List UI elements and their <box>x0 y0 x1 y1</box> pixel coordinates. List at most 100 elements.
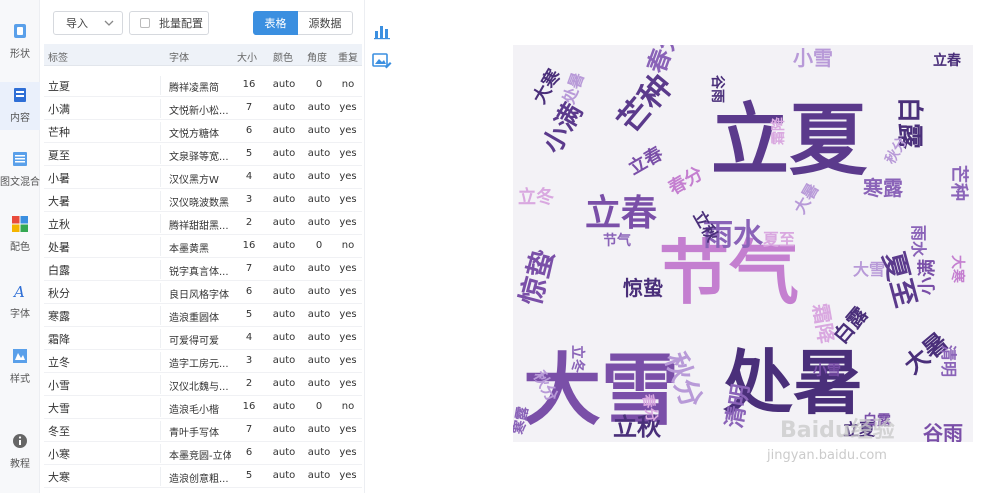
table-row[interactable]: 大寒 造浪创意粗... 5 auto auto yes <box>44 465 362 488</box>
cell-angle[interactable]: auto <box>303 470 335 481</box>
cell-label[interactable]: 夏至 <box>48 147 148 163</box>
cell-size[interactable]: 16 <box>241 240 257 251</box>
cell-angle[interactable]: auto <box>303 194 335 205</box>
cell-repeat[interactable]: no <box>337 240 359 251</box>
cell-repeat[interactable]: yes <box>337 470 359 481</box>
cell-repeat[interactable]: yes <box>337 286 359 297</box>
cell-color[interactable]: auto <box>268 171 300 182</box>
cell-color[interactable]: auto <box>268 148 300 159</box>
column-header-angle[interactable]: 角度 <box>307 49 327 64</box>
cell-repeat[interactable]: yes <box>337 217 359 228</box>
cell-label[interactable]: 立秋 <box>48 216 148 232</box>
cell-label[interactable]: 大寒 <box>48 469 148 485</box>
cell-repeat[interactable]: yes <box>337 378 359 389</box>
cell-size[interactable]: 6 <box>241 286 257 297</box>
cell-size[interactable]: 6 <box>241 447 257 458</box>
table-row[interactable]: 立夏 腾祥凌黑简 16 auto 0 no <box>44 74 362 97</box>
batch-checkbox[interactable] <box>140 18 150 28</box>
cell-size[interactable]: 4 <box>241 171 257 182</box>
cell-angle[interactable]: auto <box>303 125 335 136</box>
table-row[interactable]: 夏至 文泉驿等宽... 5 auto auto yes <box>44 143 362 166</box>
cell-size[interactable]: 5 <box>241 148 257 159</box>
cell-angle[interactable]: auto <box>303 424 335 435</box>
cell-font[interactable]: 汉仪北魏与... <box>169 378 231 393</box>
cell-font[interactable]: 青叶手写体 <box>169 424 231 439</box>
cell-font[interactable]: 造浪毛小楷 <box>169 401 231 416</box>
cell-font[interactable]: 文悦方糖体 <box>169 125 231 140</box>
column-header-font[interactable]: 字体 <box>169 49 189 64</box>
cell-label[interactable]: 处暑 <box>48 239 148 255</box>
table-row[interactable]: 处暑 本墨黄黑 16 auto 0 no <box>44 235 362 258</box>
column-header-label[interactable]: 标签 <box>48 49 68 64</box>
cell-size[interactable]: 7 <box>241 263 257 274</box>
cell-label[interactable]: 秋分 <box>48 285 148 301</box>
batch-config-button[interactable]: 批量配置 <box>129 11 209 35</box>
cell-color[interactable]: auto <box>268 355 300 366</box>
cell-size[interactable]: 3 <box>241 355 257 366</box>
cell-angle[interactable]: auto <box>303 332 335 343</box>
cell-angle[interactable]: auto <box>303 148 335 159</box>
cell-label[interactable]: 小寒 <box>48 446 148 462</box>
cell-font[interactable]: 文泉驿等宽... <box>169 148 231 163</box>
cell-repeat[interactable]: yes <box>337 194 359 205</box>
import-select[interactable]: 导入 <box>53 11 123 35</box>
bar-chart-icon[interactable] <box>371 20 393 42</box>
cell-angle[interactable]: auto <box>303 286 335 297</box>
cell-color[interactable]: auto <box>268 470 300 481</box>
cell-repeat[interactable]: no <box>337 401 359 412</box>
cell-color[interactable]: auto <box>268 125 300 136</box>
cell-font[interactable]: 造字工房元... <box>169 355 231 370</box>
cell-size[interactable]: 7 <box>241 102 257 113</box>
cell-label[interactable]: 立冬 <box>48 354 148 370</box>
cell-font[interactable]: 汉仪黑方W <box>169 171 231 186</box>
cell-font[interactable]: 造浪创意粗... <box>169 470 231 485</box>
cell-label[interactable]: 冬至 <box>48 423 148 439</box>
cell-color[interactable]: auto <box>268 240 300 251</box>
cell-repeat[interactable]: yes <box>337 424 359 435</box>
cell-angle[interactable]: 0 <box>303 79 335 90</box>
table-row[interactable]: 立秋 腾祥甜甜黑... 2 auto auto yes <box>44 212 362 235</box>
cell-label[interactable]: 立夏 <box>48 78 148 94</box>
table-row[interactable]: 寒露 造浪重圆体 5 auto auto yes <box>44 304 362 327</box>
cell-angle[interactable]: auto <box>303 355 335 366</box>
cell-angle[interactable]: auto <box>303 447 335 458</box>
cell-font[interactable]: 腾祥甜甜黑... <box>169 217 231 232</box>
cell-repeat[interactable]: yes <box>337 447 359 458</box>
table-row[interactable]: 霜降 可爱得可爱 4 auto auto yes <box>44 327 362 350</box>
table-row[interactable]: 小满 文悦新小松... 7 auto auto yes <box>44 97 362 120</box>
cell-label[interactable]: 寒露 <box>48 308 148 324</box>
image-edit-icon[interactable] <box>371 50 393 72</box>
cell-label[interactable]: 大暑 <box>48 193 148 209</box>
cell-angle[interactable]: auto <box>303 102 335 113</box>
table-row[interactable]: 白露 锐字真言体... 7 auto auto yes <box>44 258 362 281</box>
column-header-color[interactable]: 颜色 <box>273 49 293 64</box>
table-row[interactable]: 冬至 青叶手写体 7 auto auto yes <box>44 419 362 442</box>
cell-size[interactable]: 3 <box>241 194 257 205</box>
column-header-repeat[interactable]: 重复 <box>338 49 358 64</box>
cell-font[interactable]: 造浪重圆体 <box>169 309 231 324</box>
cell-angle[interactable]: auto <box>303 309 335 320</box>
cell-angle[interactable]: auto <box>303 378 335 389</box>
cell-size[interactable]: 6 <box>241 125 257 136</box>
column-header-size[interactable]: 大小 <box>237 49 257 64</box>
cell-size[interactable]: 4 <box>241 332 257 343</box>
cell-angle[interactable]: auto <box>303 263 335 274</box>
cell-font[interactable]: 腾祥凌黑简 <box>169 79 231 94</box>
cell-size[interactable]: 16 <box>241 79 257 90</box>
cell-repeat[interactable]: yes <box>337 171 359 182</box>
table-row[interactable]: 立冬 造字工房元... 3 auto auto yes <box>44 350 362 373</box>
cell-size[interactable]: 5 <box>241 470 257 481</box>
cell-color[interactable]: auto <box>268 79 300 90</box>
cell-color[interactable]: auto <box>268 378 300 389</box>
nav-item-style[interactable]: 样式 <box>0 343 40 391</box>
table-row[interactable]: 小暑 汉仪黑方W 4 auto auto yes <box>44 166 362 189</box>
cell-color[interactable]: auto <box>268 424 300 435</box>
cell-repeat[interactable]: yes <box>337 355 359 366</box>
cell-label[interactable]: 小雪 <box>48 377 148 393</box>
cell-font[interactable]: 良日风格字体 <box>169 286 231 301</box>
cell-color[interactable]: auto <box>268 194 300 205</box>
cell-repeat[interactable]: yes <box>337 125 359 136</box>
cell-repeat[interactable]: yes <box>337 102 359 113</box>
cell-font[interactable]: 本墨竞圆-立体 <box>169 447 231 462</box>
cell-label[interactable]: 白露 <box>48 262 148 278</box>
